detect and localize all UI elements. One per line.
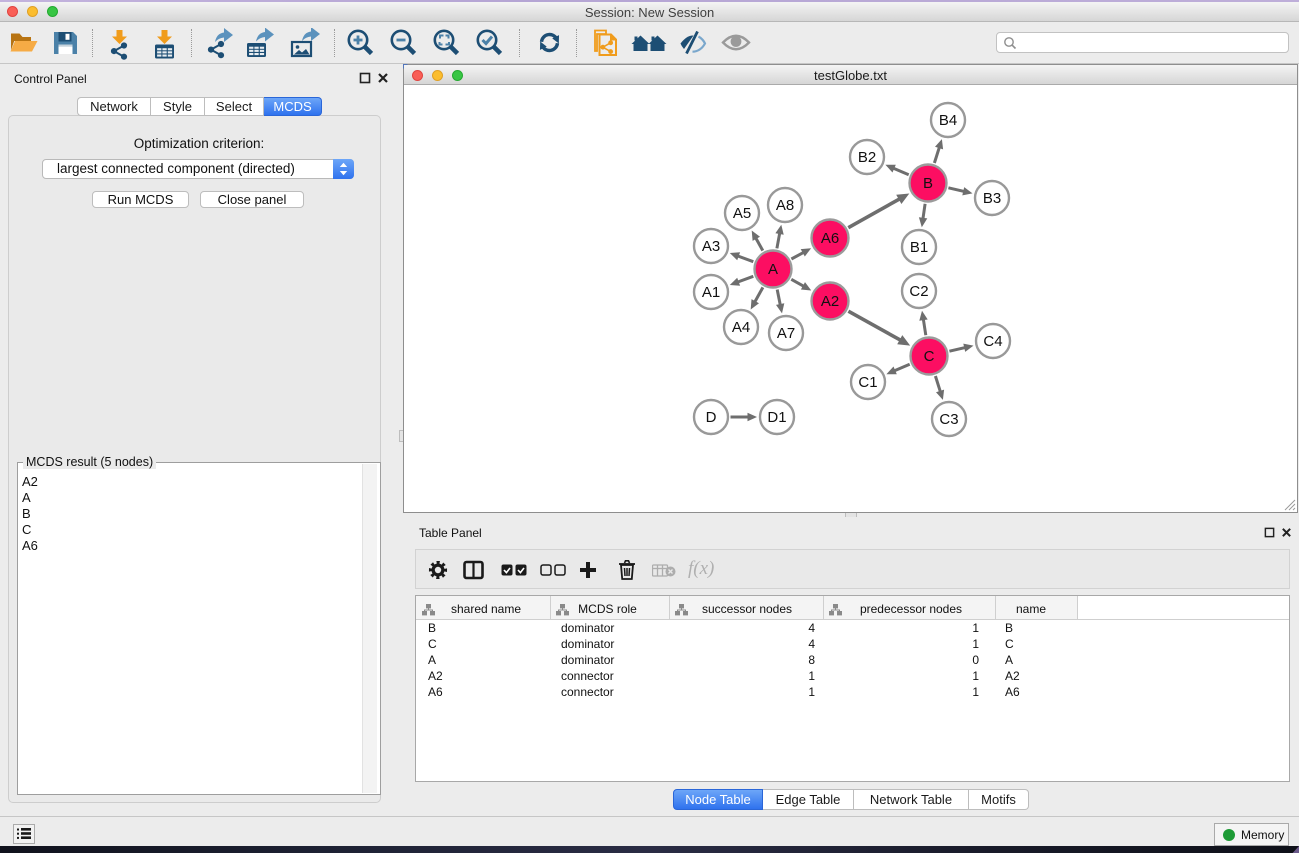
- svg-text:B2: B2: [858, 149, 876, 166]
- svg-text:A7: A7: [777, 325, 795, 342]
- svg-text:A4: A4: [732, 319, 750, 336]
- svg-text:D1: D1: [767, 409, 786, 426]
- svg-text:B1: B1: [910, 239, 928, 256]
- svg-text:A1: A1: [702, 284, 720, 301]
- svg-text:A3: A3: [702, 238, 720, 255]
- svg-text:A2: A2: [821, 293, 839, 310]
- svg-text:D: D: [706, 409, 717, 426]
- svg-text:C3: C3: [939, 411, 958, 428]
- svg-text:C: C: [924, 348, 935, 365]
- svg-text:B4: B4: [939, 112, 957, 129]
- svg-text:C1: C1: [858, 374, 877, 391]
- svg-text:A5: A5: [733, 205, 751, 222]
- svg-text:B3: B3: [983, 190, 1001, 207]
- svg-text:C4: C4: [983, 333, 1002, 350]
- svg-text:A: A: [768, 261, 778, 278]
- svg-text:C2: C2: [909, 283, 928, 300]
- svg-text:A8: A8: [776, 197, 794, 214]
- svg-text:A6: A6: [821, 230, 839, 247]
- svg-text:B: B: [923, 175, 933, 192]
